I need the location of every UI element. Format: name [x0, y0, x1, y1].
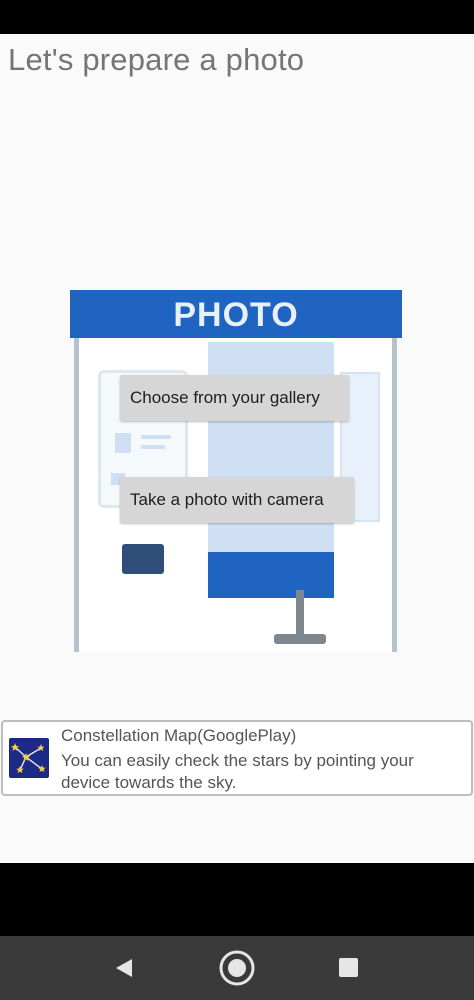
navigation-bar [0, 936, 474, 1000]
ad-banner[interactable]: Constellation Map(GooglePlay) You can ea… [1, 720, 473, 796]
booth-photo-slot [122, 544, 164, 574]
booth-sign-text: PHOTO [173, 296, 299, 334]
take-photo-camera-button[interactable]: Take a photo with camera [120, 477, 354, 523]
booth-stool-base [274, 634, 326, 644]
booth-stool [296, 590, 304, 638]
recents-icon[interactable] [339, 958, 358, 977]
booth-curtain-hem [208, 552, 334, 598]
constellation-icon [9, 738, 49, 778]
panel-block [141, 445, 165, 449]
page-title: Let's prepare a photo [8, 42, 305, 77]
booth-post [392, 338, 397, 652]
panel-block [115, 433, 131, 453]
home-icon[interactable] [218, 949, 256, 992]
back-icon[interactable] [114, 957, 134, 984]
booth-sign: PHOTO [70, 290, 402, 338]
ad-title: Constellation Map(GooglePlay) [61, 726, 297, 745]
app-content: Let's prepare a photo PHOTO Choose from … [0, 34, 474, 863]
booth-post [74, 338, 79, 652]
panel-block [141, 435, 171, 439]
photo-booth-illustration: PHOTO [70, 290, 402, 652]
status-bar [0, 0, 474, 34]
choose-from-gallery-button[interactable]: Choose from your gallery [120, 375, 349, 421]
ad-description: You can easily check the stars by pointi… [61, 751, 414, 792]
